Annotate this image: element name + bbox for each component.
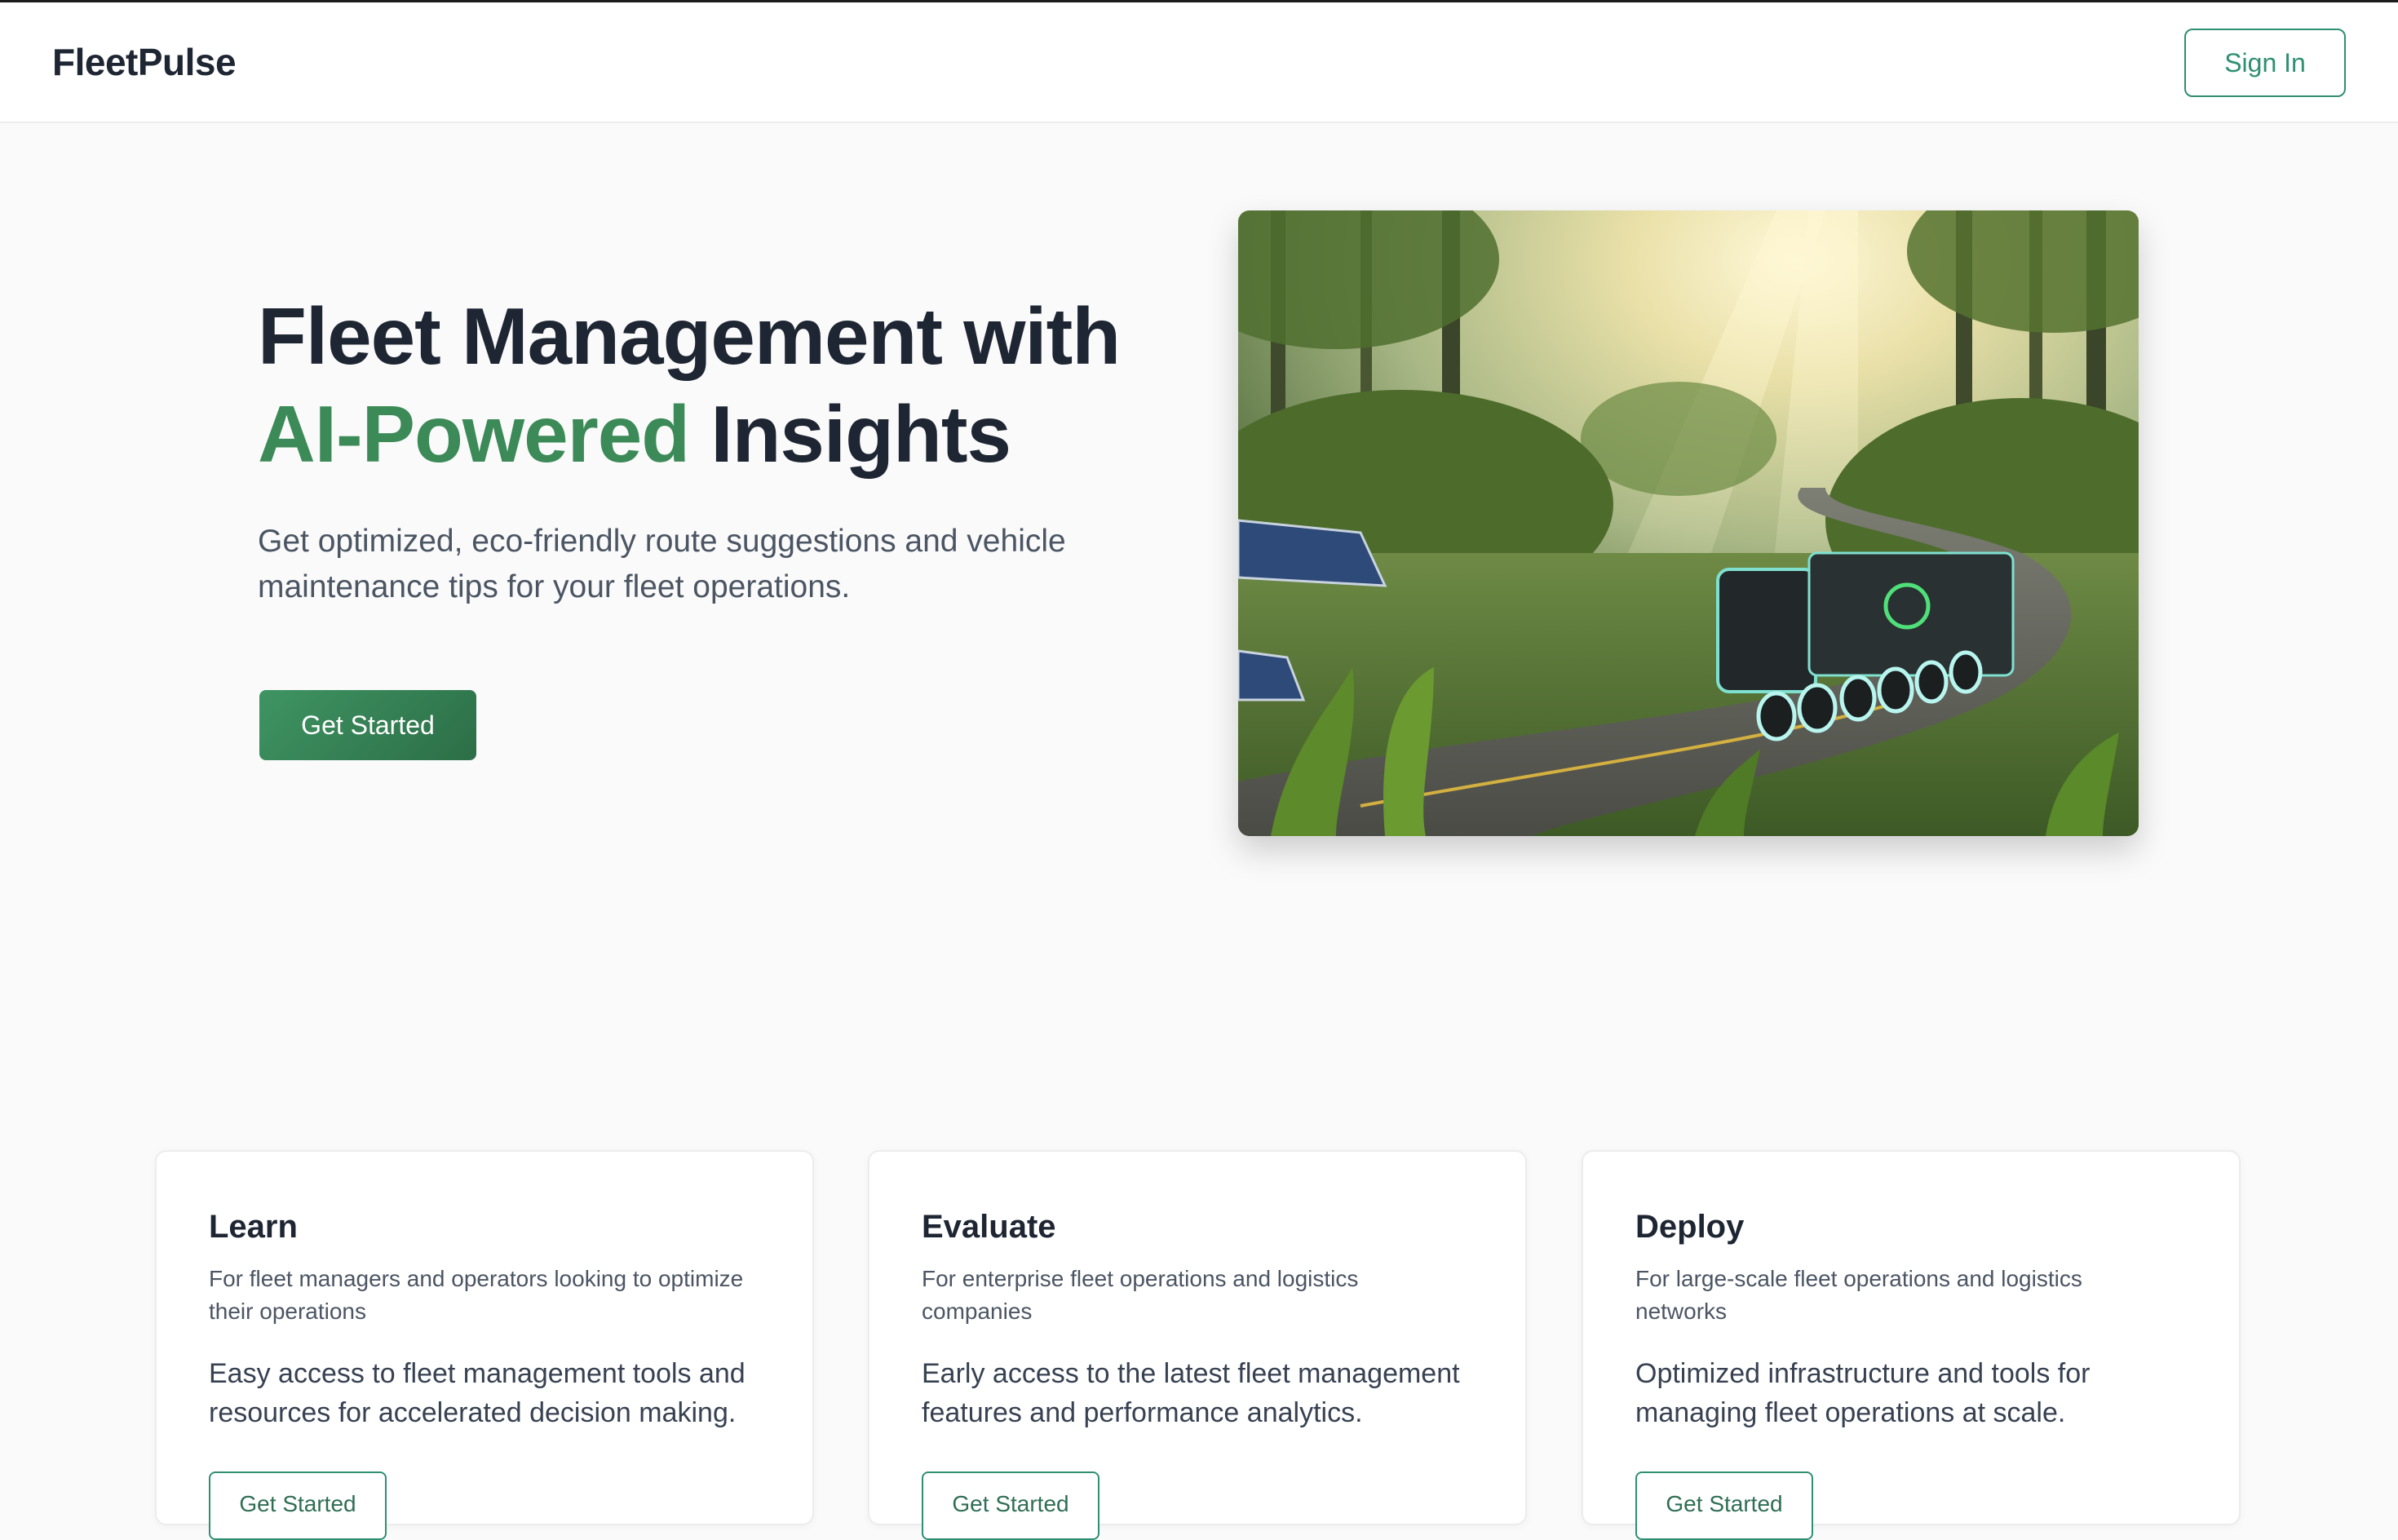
hero-title: Fleet Management with AI-Powered Insight… [258, 287, 1171, 483]
card-learn: Learn For fleet managers and operators l… [155, 1150, 814, 1540]
sign-in-button[interactable]: Sign In [2184, 29, 2346, 97]
card-get-started-button[interactable]: Get Started [209, 1471, 387, 1540]
card-audience: For large-scale fleet operations and log… [1635, 1266, 2082, 1324]
card-get-started-button[interactable]: Get Started [1635, 1471, 1813, 1540]
card-title: Learn [209, 1209, 298, 1245]
site-header: FleetPulse Sign In [0, 2, 2398, 123]
card-audience: For enterprise fleet operations and logi… [922, 1266, 1359, 1324]
card-title: Deploy [1635, 1209, 1745, 1245]
card-description: Optimized infrastructure and tools for m… [1635, 1358, 2091, 1428]
card-get-started-button[interactable]: Get Started [922, 1471, 1099, 1540]
hero-image [1238, 210, 2139, 836]
card-description: Easy access to fleet management tools an… [209, 1358, 746, 1428]
forest-truck-illustration [1238, 210, 2139, 836]
card-audience: For fleet managers and operators looking… [209, 1266, 744, 1324]
hero-title-rest: Insights [689, 389, 1011, 479]
card-description: Early access to the latest fleet managem… [922, 1358, 1460, 1428]
card-evaluate: Evaluate For enterprise fleet operations… [868, 1150, 1527, 1540]
hero-title-line1: Fleet Management with [258, 291, 1121, 381]
hero-subtitle: Get optimized, eco-friendly route sugges… [258, 524, 1066, 604]
card-deploy: Deploy For large-scale fleet operations … [1582, 1150, 2241, 1540]
card-title: Evaluate [922, 1209, 1056, 1245]
hero-title-accent: AI-Powered [258, 389, 690, 479]
brand-logo[interactable]: FleetPulse [52, 40, 237, 84]
get-started-button[interactable]: Get Started [259, 690, 476, 760]
